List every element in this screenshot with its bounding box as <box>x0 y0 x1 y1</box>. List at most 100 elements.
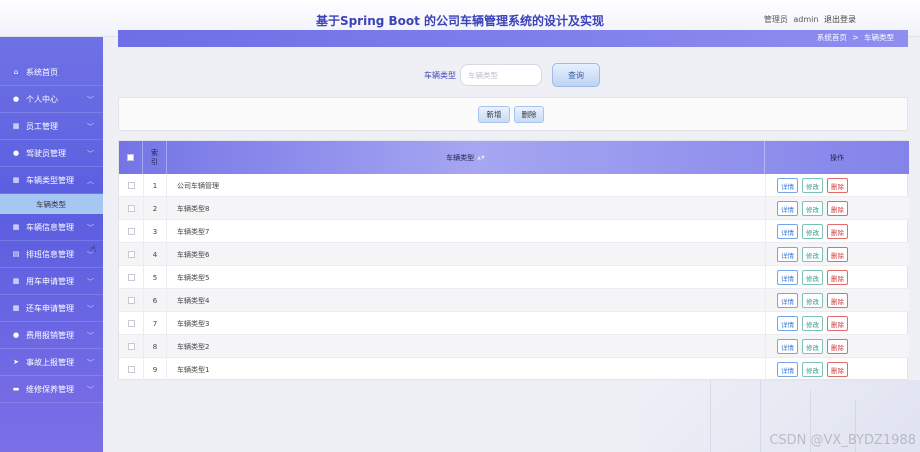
detail-button[interactable]: 详情 <box>777 339 798 354</box>
user-area: 管理员 admin 退出登录 <box>761 14 856 25</box>
row-index: 7 <box>143 312 167 335</box>
row-select[interactable] <box>119 358 143 381</box>
batch-delete-button[interactable]: 删除 <box>514 106 544 123</box>
edit-button[interactable]: 修改 <box>802 201 823 216</box>
delete-button[interactable]: 删除 <box>827 270 848 285</box>
row-checkbox[interactable] <box>127 297 135 304</box>
delete-button[interactable]: 删除 <box>827 224 848 239</box>
sidebar-item[interactable]: ● 费用报销管理 ﹀ <box>0 322 103 349</box>
sidebar-item-label: 驾驶员管理 <box>26 148 66 158</box>
sidebar-item[interactable]: ● 驾驶员管理 ﹀ <box>0 140 103 167</box>
breadcrumb: 系统首页 > 车辆类型 <box>814 32 894 43</box>
row-select[interactable] <box>119 335 143 358</box>
row-select[interactable] <box>119 243 143 266</box>
row-operations: 详情 修改 删除 <box>765 289 909 312</box>
sidebar: ⌂ 系统首页 ● 个人中心 ﹀ ▦ 员工管理 ﹀ ● 驾驶员管理 ﹀ ▦ 车辆类型管理 ︿ ▦ 车辆信息管理 ﹀… <box>0 37 103 452</box>
add-button[interactable]: 新增 <box>478 106 510 123</box>
edit-button[interactable]: 修改 <box>802 224 823 239</box>
edit-button[interactable]: 修改 <box>802 362 823 377</box>
row-operations: 详情 修改 删除 <box>765 312 909 335</box>
sidebar-item[interactable]: ▬ 维修保养管理 ﹀ <box>0 376 103 403</box>
row-operations: 详情 修改 删除 <box>765 197 909 220</box>
header-ops-label: 操作 <box>830 153 844 162</box>
edit-button[interactable]: 修改 <box>802 270 823 285</box>
detail-button[interactable]: 详情 <box>777 178 798 193</box>
sidebar-item-label: 排班信息管理 <box>26 249 74 259</box>
edit-button[interactable]: 修改 <box>802 178 823 193</box>
row-checkbox[interactable] <box>127 205 135 212</box>
sidebar-item[interactable]: ▦ 车辆类型管理 ︿ <box>0 167 103 194</box>
row-checkbox[interactable] <box>127 320 135 327</box>
page-banner: 系统首页 > 车辆类型 <box>118 30 908 47</box>
row-checkbox[interactable] <box>127 366 135 373</box>
sidebar-item-label: 事故上报管理 <box>26 357 74 367</box>
sidebar-item[interactable]: ⌂ 系统首页 <box>0 59 103 86</box>
header-ops: 操作 <box>765 141 909 174</box>
grid-icon: ▦ <box>12 176 20 184</box>
row-index: 5 <box>143 266 167 289</box>
header-index-label: 索引 <box>151 148 158 166</box>
row-checkbox[interactable] <box>127 182 135 189</box>
sidebar-item[interactable]: ➤ 事故上报管理 ﹀ <box>0 349 103 376</box>
table-row: 8 车辆类型2 详情 修改 删除 <box>119 335 909 358</box>
row-select[interactable] <box>119 312 143 335</box>
grid-icon: ▦ <box>12 122 20 130</box>
header-type[interactable]: 车辆类型 ▲▼ <box>167 141 765 174</box>
edit-button[interactable]: 修改 <box>802 247 823 262</box>
detail-button[interactable]: 详情 <box>777 247 798 262</box>
sidebar-item[interactable]: ▦ 用车申请管理 ﹀ <box>0 268 103 295</box>
chevron-down-icon: ﹀ <box>87 332 94 340</box>
select-all-checkbox[interactable] <box>127 154 134 161</box>
delete-button[interactable]: 删除 <box>827 316 848 331</box>
detail-button[interactable]: 详情 <box>777 316 798 331</box>
logout-link[interactable]: 退出登录 <box>824 15 856 24</box>
search-input[interactable] <box>460 64 542 86</box>
edit-button[interactable]: 修改 <box>802 316 823 331</box>
sidebar-item[interactable]: ● 个人中心 ﹀ <box>0 86 103 113</box>
table-row: 9 车辆类型1 详情 修改 删除 <box>119 358 909 381</box>
row-index: 8 <box>143 335 167 358</box>
delete-button[interactable]: 删除 <box>827 178 848 193</box>
row-checkbox[interactable] <box>127 343 135 350</box>
detail-button[interactable]: 详情 <box>777 362 798 377</box>
row-checkbox[interactable] <box>127 228 135 235</box>
row-operations: 详情 修改 删除 <box>765 335 909 358</box>
row-select[interactable] <box>119 197 143 220</box>
sort-icon[interactable]: ▲▼ <box>477 155 485 161</box>
row-checkbox[interactable] <box>127 274 135 281</box>
delete-button[interactable]: 删除 <box>827 293 848 308</box>
sidebar-item-label: 系统首页 <box>26 67 58 77</box>
breadcrumb-home[interactable]: 系统首页 <box>817 33 847 42</box>
sidebar-item[interactable]: ▦ 还车申请管理 ﹀ <box>0 295 103 322</box>
header-select-all[interactable] <box>119 141 143 174</box>
detail-button[interactable]: 详情 <box>777 224 798 239</box>
delete-button[interactable]: 删除 <box>827 201 848 216</box>
edit-button[interactable]: 修改 <box>802 293 823 308</box>
detail-button[interactable]: 详情 <box>777 201 798 216</box>
search-button[interactable]: 查询 <box>552 63 600 87</box>
grid-icon: ▦ <box>12 304 20 312</box>
delete-button[interactable]: 删除 <box>827 362 848 377</box>
sidebar-item-label: 维修保养管理 <box>26 384 74 394</box>
row-select[interactable] <box>119 174 143 197</box>
table-header: 索引 车辆类型 ▲▼ 操作 <box>119 141 909 174</box>
detail-button[interactable]: 详情 <box>777 293 798 308</box>
table-row: 4 车辆类型6 详情 修改 删除 <box>119 243 909 266</box>
row-select[interactable] <box>119 266 143 289</box>
detail-button[interactable]: 详情 <box>777 270 798 285</box>
delete-button[interactable]: 删除 <box>827 339 848 354</box>
mouse-cursor-icon: ☝ <box>90 244 97 255</box>
sidebar-item-label: 用车申请管理 <box>26 276 74 286</box>
table-row: 3 车辆类型7 详情 修改 删除 <box>119 220 909 243</box>
delete-button[interactable]: 删除 <box>827 247 848 262</box>
row-select[interactable] <box>119 289 143 312</box>
row-select[interactable] <box>119 220 143 243</box>
sidebar-subitem-vehicle-type[interactable]: 车辆类型 <box>0 194 103 214</box>
edit-button[interactable]: 修改 <box>802 339 823 354</box>
grid-icon: ▦ <box>12 277 20 285</box>
sidebar-item[interactable]: ▦ 员工管理 ﹀ <box>0 113 103 140</box>
row-checkbox[interactable] <box>127 251 135 258</box>
sidebar-item[interactable]: ▦ 车辆信息管理 ﹀ <box>0 214 103 241</box>
sidebar-item[interactable]: ▤ 排班信息管理 ﹀ <box>0 241 103 268</box>
chevron-down-icon: ﹀ <box>87 305 94 313</box>
